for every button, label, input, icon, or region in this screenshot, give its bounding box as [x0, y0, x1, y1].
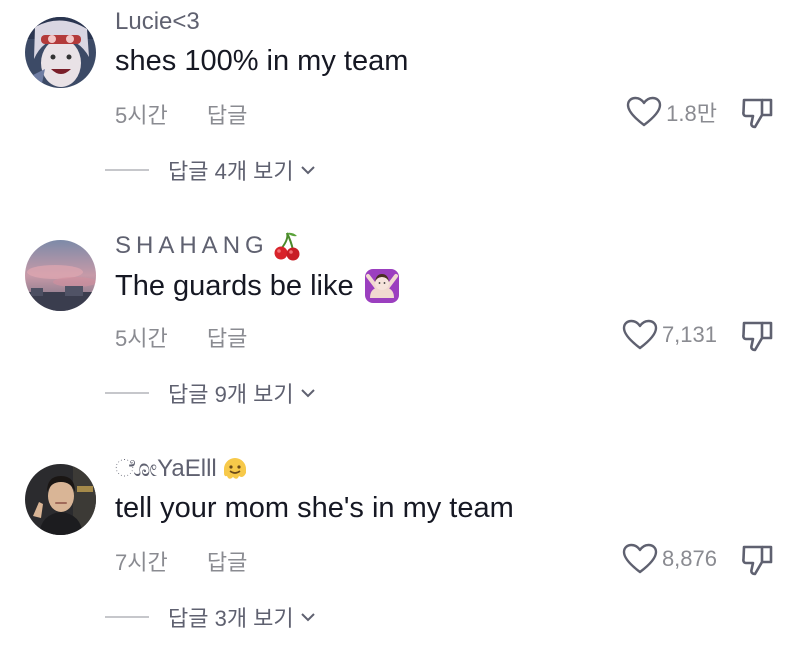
comment-meta: 5시간 답글 [115, 98, 247, 130]
thumbs-down-icon [742, 545, 773, 576]
chevron-down-icon [300, 164, 316, 176]
timestamp: 7시간 [115, 550, 168, 575]
view-replies-button[interactable]: 답글 9개 보기 [105, 377, 316, 409]
person-gesturing-no-emoji-icon [364, 268, 400, 304]
view-replies-label: 답글 4개 보기 [168, 159, 294, 184]
reply-button[interactable]: 답글 [207, 103, 247, 128]
username[interactable]: SHAHANG [115, 231, 301, 261]
avatar[interactable] [25, 17, 96, 88]
comment-meta: 5시간 답글 [115, 321, 247, 353]
divider-line [105, 616, 149, 618]
sunset-sky-avatar-icon [25, 240, 96, 311]
comment-text: tell your mom she's in my team [115, 492, 514, 525]
divider-line [105, 169, 149, 171]
thumbs-down-icon [742, 98, 773, 129]
view-replies-button[interactable]: 답글 3개 보기 [105, 601, 316, 633]
username[interactable]: ೋYaElll [115, 455, 249, 483]
like-button[interactable]: 1.8만 [626, 96, 717, 128]
comment-meta: 7시간 답글 [115, 545, 247, 577]
chevron-down-icon [300, 387, 316, 399]
melting-face-emoji-icon [221, 455, 249, 483]
anime-girl-avatar-icon [25, 17, 96, 88]
avatar[interactable] [25, 464, 96, 535]
username-text: Lucie<3 [115, 8, 200, 35]
comment-item: ೋYaElll tell your mom she's in my team 7… [0, 447, 800, 671]
comment-text-content: tell your mom she's in my team [115, 492, 514, 524]
comment-text-content: shes 100% in my team [115, 45, 409, 77]
view-replies-button[interactable]: 답글 4개 보기 [105, 154, 316, 186]
divider-line [105, 392, 149, 394]
reply-button[interactable]: 답글 [207, 550, 247, 575]
timestamp: 5시간 [115, 326, 168, 351]
username-text: ೋYaElll [115, 455, 217, 482]
dislike-button[interactable] [741, 96, 775, 135]
view-replies-label: 답글 3개 보기 [168, 606, 294, 631]
cherries-emoji-icon [273, 231, 301, 261]
chevron-down-icon [300, 611, 316, 623]
avatar[interactable] [25, 240, 96, 311]
like-count: 7,131 [661, 322, 717, 347]
like-count: 8,876 [661, 546, 717, 571]
username[interactable]: Lucie<3 [115, 8, 200, 36]
dislike-button[interactable] [741, 543, 775, 582]
comment-text-content: The guards be like [115, 269, 354, 302]
reply-button[interactable]: 답글 [207, 326, 247, 351]
dislike-button[interactable] [741, 319, 775, 358]
view-replies-label: 답글 9개 보기 [168, 382, 294, 407]
like-button[interactable]: 7,131 [622, 319, 717, 351]
like-button[interactable]: 8,876 [622, 543, 717, 575]
thumbs-down-icon [742, 321, 773, 352]
like-count: 1.8만 [666, 101, 717, 126]
timestamp: 5시간 [115, 103, 168, 128]
username-text: SHAHANG [115, 232, 269, 259]
comment-item: SHAHANG The guards be like 5시간 답글 7,131 … [0, 223, 800, 447]
heart-icon [622, 543, 658, 574]
heart-icon [626, 96, 662, 127]
heart-icon [622, 319, 658, 350]
comment-item: Lucie<3 shes 100% in my team 5시간 답글 1.8만… [0, 0, 800, 224]
comment-text: The guards be like [115, 268, 400, 304]
man-photo-avatar-icon [25, 464, 96, 535]
comment-text: shes 100% in my team [115, 45, 408, 78]
